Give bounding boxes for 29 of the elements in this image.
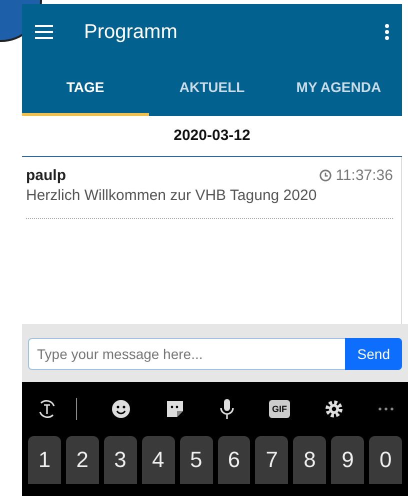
emoji-icon[interactable] (111, 399, 131, 419)
number-key[interactable]: 2 (66, 436, 99, 484)
tab[interactable]: TAGE (22, 60, 149, 116)
number-key[interactable]: 9 (331, 436, 364, 484)
more-options-icon[interactable] (384, 23, 390, 41)
microphone-icon[interactable] (219, 398, 235, 420)
date-header: 2020-03-12 (22, 118, 402, 157)
more-icon[interactable] (378, 407, 394, 411)
message-text: Herzlich Willkommen zur VHB Tagung 2020 (26, 187, 318, 204)
clock-icon (318, 169, 332, 182)
number-key[interactable]: 4 (142, 436, 175, 484)
number-key[interactable]: 7 (255, 436, 288, 484)
number-key[interactable]: 5 (180, 436, 213, 484)
tab[interactable]: AKTUELL (148, 60, 276, 116)
sticker-icon[interactable] (165, 399, 185, 419)
number-key[interactable]: 3 (104, 436, 137, 484)
number-key[interactable]: 0 (369, 436, 402, 484)
app-title: Programm (84, 20, 178, 44)
number-key[interactable]: 6 (218, 436, 250, 484)
message-time: 11:37:36 (336, 167, 393, 184)
gif-key[interactable]: GIF (269, 400, 290, 418)
message-author: paulp (26, 167, 66, 184)
message-input-field[interactable]: Type your message here... (28, 338, 346, 370)
send-button[interactable]: Send (345, 338, 402, 370)
number-key[interactable]: 1 (28, 436, 61, 484)
tab[interactable]: MY AGENDA (275, 60, 402, 116)
menu-icon[interactable] (34, 24, 54, 40)
settings-icon[interactable] (324, 399, 344, 419)
number-key[interactable]: 8 (293, 436, 326, 484)
